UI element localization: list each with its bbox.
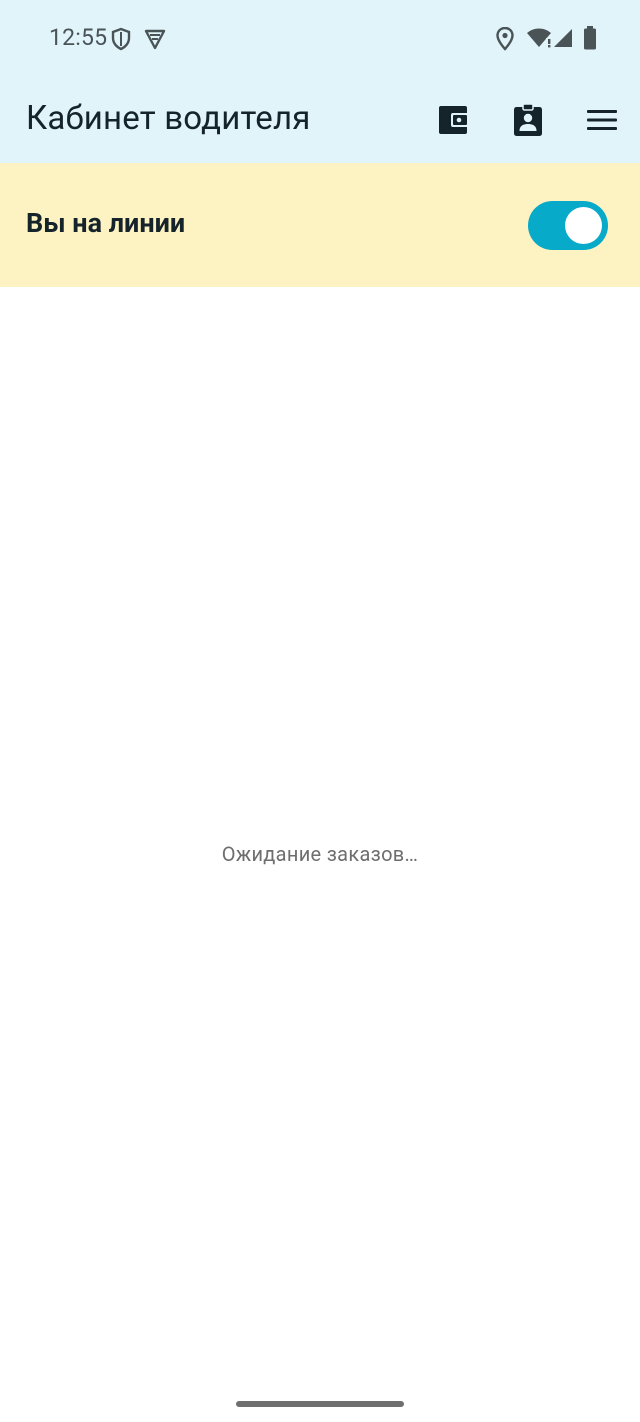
menu-button[interactable] <box>578 98 626 142</box>
vpn-icon <box>144 29 166 50</box>
menu-icon <box>587 110 617 130</box>
online-status-label: Вы на линии <box>26 207 186 239</box>
app-bar: Кабинет водителя <box>0 80 640 163</box>
wifi-icon <box>527 28 551 48</box>
online-status-bar: Вы на линии <box>0 163 640 287</box>
wallet-icon <box>439 106 469 134</box>
wallet-button[interactable] <box>430 98 478 142</box>
cell-signal-icon <box>554 29 572 47</box>
toggle-knob <box>565 207 602 244</box>
driver-card-icon <box>514 103 542 136</box>
page-title: Кабинет водителя <box>26 99 311 138</box>
battery-icon <box>584 26 596 50</box>
home-gesture-bar[interactable] <box>236 1401 404 1407</box>
online-toggle[interactable] <box>528 201 608 250</box>
status-time: 12:55 <box>49 24 108 51</box>
location-icon <box>496 27 514 51</box>
driver-card-button[interactable] <box>504 98 552 142</box>
shield-icon <box>111 27 131 51</box>
waiting-orders-text: Ожидание заказов… <box>221 842 419 866</box>
status-bar: 12:55 <box>0 0 640 80</box>
